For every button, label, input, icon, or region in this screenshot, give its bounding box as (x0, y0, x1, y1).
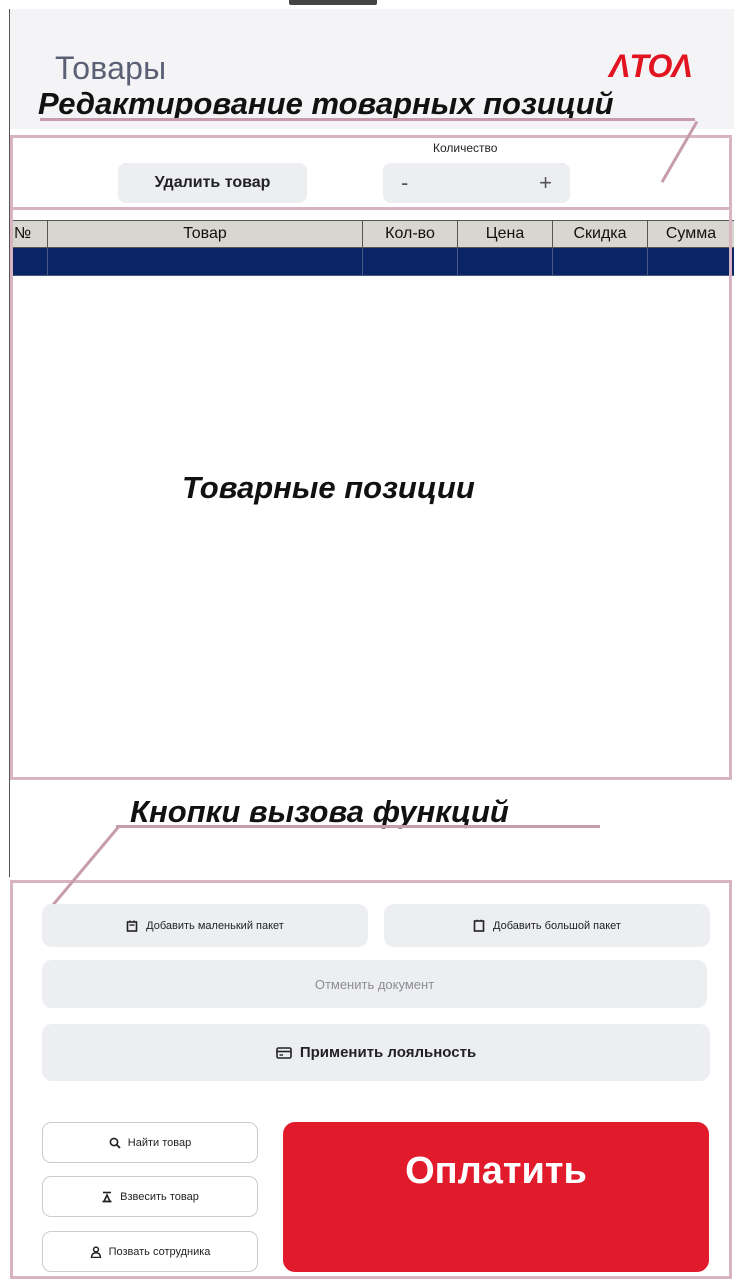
call-staff-label: Позвать сотрудника (108, 1245, 211, 1258)
person-icon (90, 1245, 102, 1258)
find-item-label: Найти товар (127, 1136, 192, 1149)
items-section-annotation: Товарные позиции (182, 470, 475, 505)
find-item-button[interactable]: Найти товар (42, 1122, 258, 1163)
edit-area-annotation-frame (10, 135, 732, 780)
page-title: Товары (55, 50, 167, 86)
top-notch (289, 0, 377, 5)
card-icon (276, 1046, 292, 1059)
pay-button[interactable]: Оплатить (283, 1122, 709, 1272)
small-bag-icon (126, 919, 138, 932)
apply-loyalty-button[interactable]: Применить лояльность (42, 1024, 710, 1081)
call-staff-button[interactable]: Позвать сотрудника (42, 1231, 258, 1272)
scale-icon (101, 1191, 113, 1203)
pay-button-label: Оплатить (405, 1150, 587, 1192)
atol-logo: ΛТОΛ (609, 48, 693, 84)
add-small-bag-label: Добавить маленький пакет (146, 919, 284, 932)
edit-annotation-underline (40, 118, 695, 121)
cancel-document-button[interactable]: Отменить документ (42, 960, 707, 1008)
add-big-bag-button[interactable]: Добавить большой пакет (384, 904, 710, 947)
weigh-item-button[interactable]: Взвесить товар (42, 1176, 258, 1217)
big-bag-icon (473, 919, 485, 932)
edit-section-annotation: Редактирование товарных позиций (38, 86, 614, 121)
functions-annotation-underline (116, 825, 600, 828)
weigh-item-label: Взвесить товар (120, 1190, 199, 1203)
apply-loyalty-label: Применить лояльность (299, 1044, 477, 1061)
add-small-bag-button[interactable]: Добавить маленький пакет (42, 904, 368, 947)
cancel-document-label: Отменить документ (314, 976, 435, 992)
add-big-bag-label: Добавить большой пакет (493, 919, 621, 932)
edit-area-annotation-divider (10, 207, 732, 210)
search-icon (109, 1137, 121, 1149)
